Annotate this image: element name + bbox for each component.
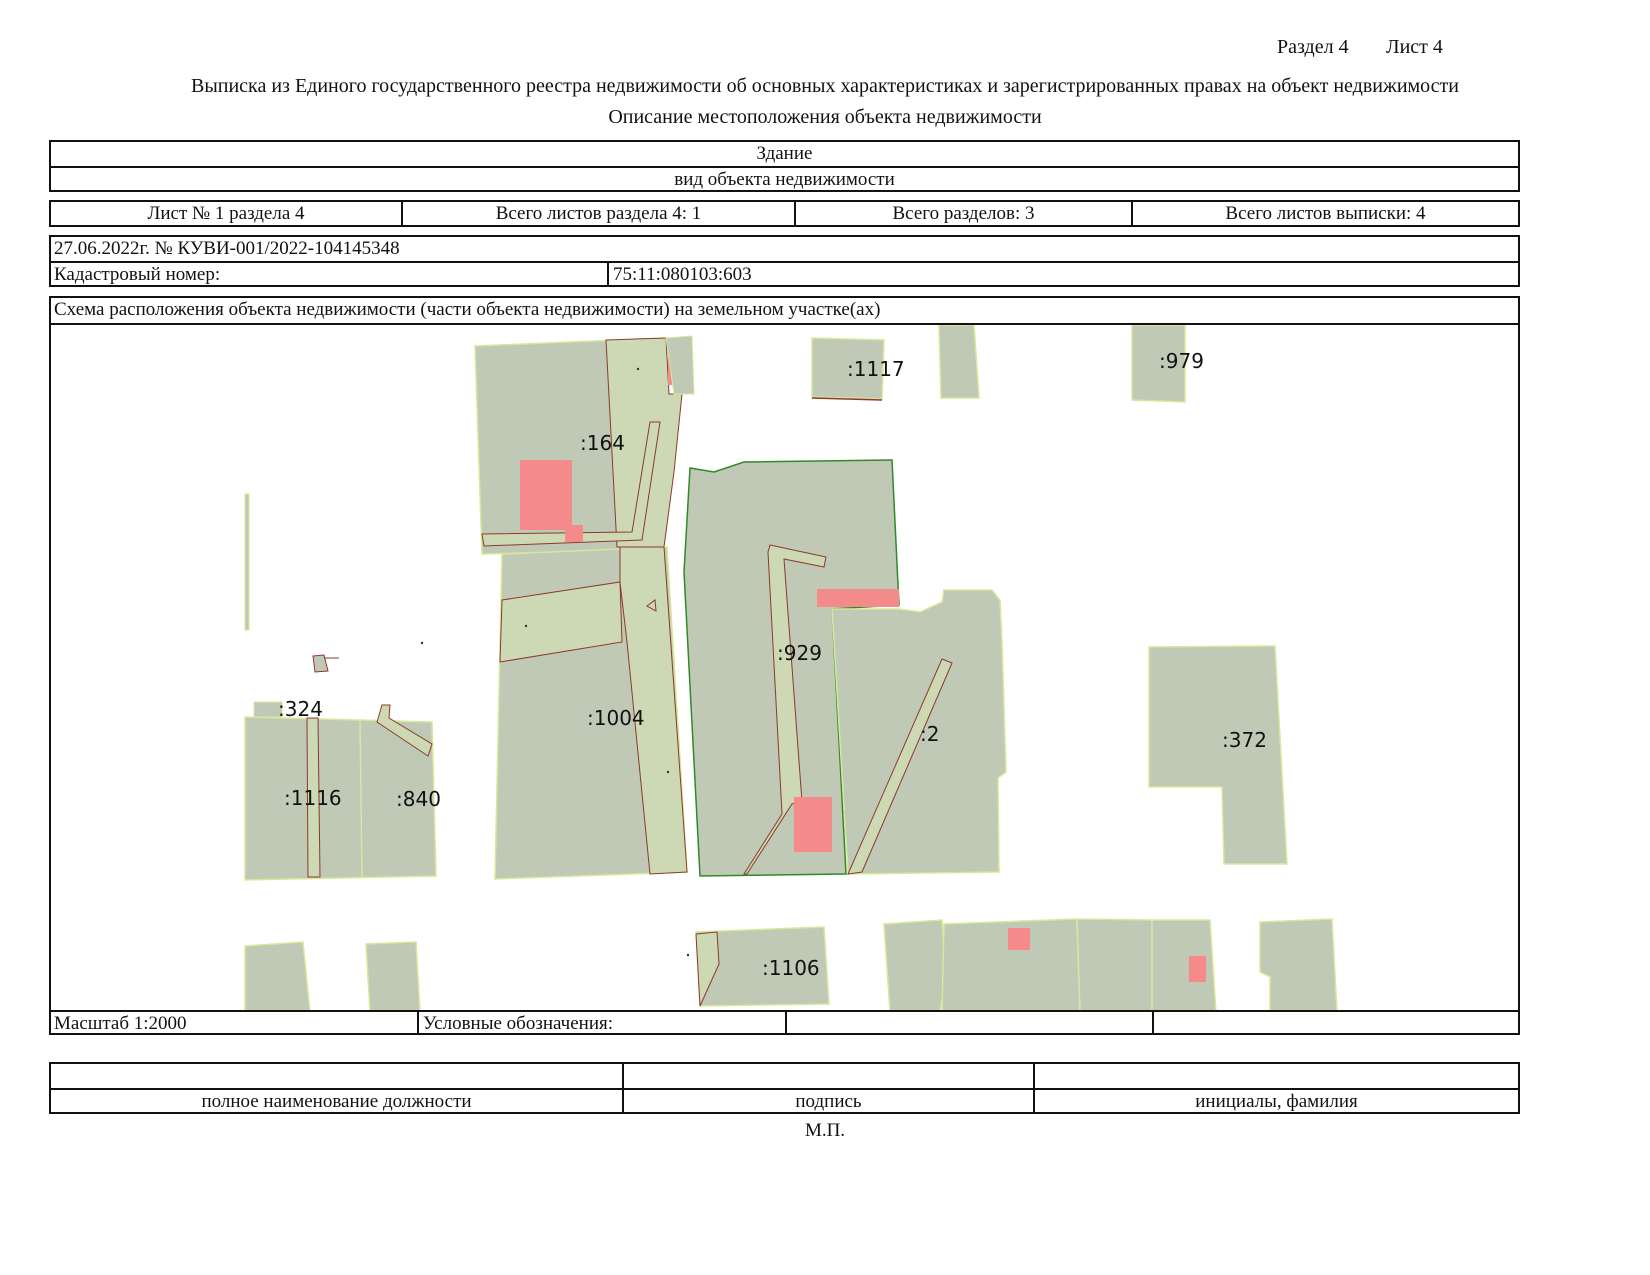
total-section-sheets: Всего листов раздела 4: 1: [401, 202, 794, 225]
sheet-number-cell: Лист № 1 раздела 4: [147, 203, 305, 224]
record-box: 27.06.2022г. № КУВИ-001/2022-104145348 К…: [49, 235, 1520, 287]
name-caption: инициалы, фамилия: [1033, 1090, 1518, 1114]
parcel-label-372: :372: [1222, 728, 1267, 752]
stamp-place: М.П.: [804, 1120, 846, 1141]
legend-label: Условные обозначения:: [417, 1012, 785, 1035]
total-extract-sheets: Всего листов выписки: 4: [1131, 202, 1518, 225]
signature-caption: подпись: [622, 1090, 1033, 1114]
parcel-label-979: :979: [1159, 349, 1204, 373]
parcel-label-1117: :1117: [847, 357, 905, 381]
parcel: [1259, 918, 1338, 1011]
signature-table: полное наименование должности подпись ин…: [49, 1062, 1520, 1114]
parcel: [1076, 918, 1153, 1011]
parcel-label-1004: :1004: [587, 706, 645, 730]
parcel-label-929: :929: [777, 641, 822, 665]
building: [817, 589, 899, 607]
sheet-number: Лист 4: [1386, 36, 1443, 58]
parcel: [365, 941, 421, 1011]
scheme-caption: Схема расположения объекта недвижимости …: [54, 299, 881, 320]
parcel-label-1106: :1106: [762, 956, 820, 980]
record-date-number: 27.06.2022г. № КУВИ-001/2022-104145348: [54, 238, 400, 259]
scheme-box: Схема расположения объекта недвижимости …: [49, 296, 1520, 1035]
total-sections: Всего разделов: 3: [794, 202, 1131, 225]
parcel-label-1116: :1116: [284, 786, 342, 810]
building: [520, 460, 572, 530]
object-type-caption: вид объекта недвижимости: [674, 169, 895, 190]
building: [1189, 956, 1206, 982]
parcel-edge: [665, 335, 695, 395]
section-number: Раздел 4: [1277, 36, 1349, 58]
parcel-label-324: :324: [278, 697, 323, 721]
sheet-info-row: Лист № 1 раздела 4 Всего листов раздела …: [49, 200, 1520, 227]
document-subtitle: Описание местоположения объекта недвижим…: [608, 106, 1042, 128]
object-type-value: Здание: [756, 143, 813, 164]
parcel: [1151, 919, 1217, 1011]
position-caption: полное наименование должности: [201, 1091, 472, 1112]
cadastral-map: :164 :1117 :979 :929 :324 :1004 :2 :372 …: [244, 325, 1338, 1011]
cadastral-number: 75:11:080103:603: [607, 263, 1518, 287]
parcel: [244, 493, 250, 631]
building: [1008, 928, 1030, 950]
legend-cell-3: [1152, 1012, 1518, 1035]
parcel-372: [1148, 645, 1288, 865]
cadastral-label: Кадастровый номер:: [54, 264, 221, 285]
parcel-label-164: :164: [580, 431, 625, 455]
parcel-label-2: :2: [920, 722, 939, 746]
document-title: Выписка из Единого государственного реес…: [190, 75, 1459, 97]
scheme-footer: Масштаб 1:2000 Условные обозначения:: [51, 1010, 1518, 1035]
parcel: [883, 919, 947, 1011]
building: [565, 525, 583, 542]
parcel: [244, 941, 311, 1011]
legend-cell-2: [785, 1012, 1152, 1035]
object-type-box: Здание вид объекта недвижимости: [49, 140, 1520, 192]
scale: Масштаб 1:2000: [54, 1013, 187, 1034]
scheme-map-area: :164 :1117 :979 :929 :324 :1004 :2 :372 …: [51, 323, 1518, 1012]
target-building: [794, 797, 832, 852]
parcel-label-840: :840: [396, 787, 441, 811]
parcel: [938, 325, 980, 399]
